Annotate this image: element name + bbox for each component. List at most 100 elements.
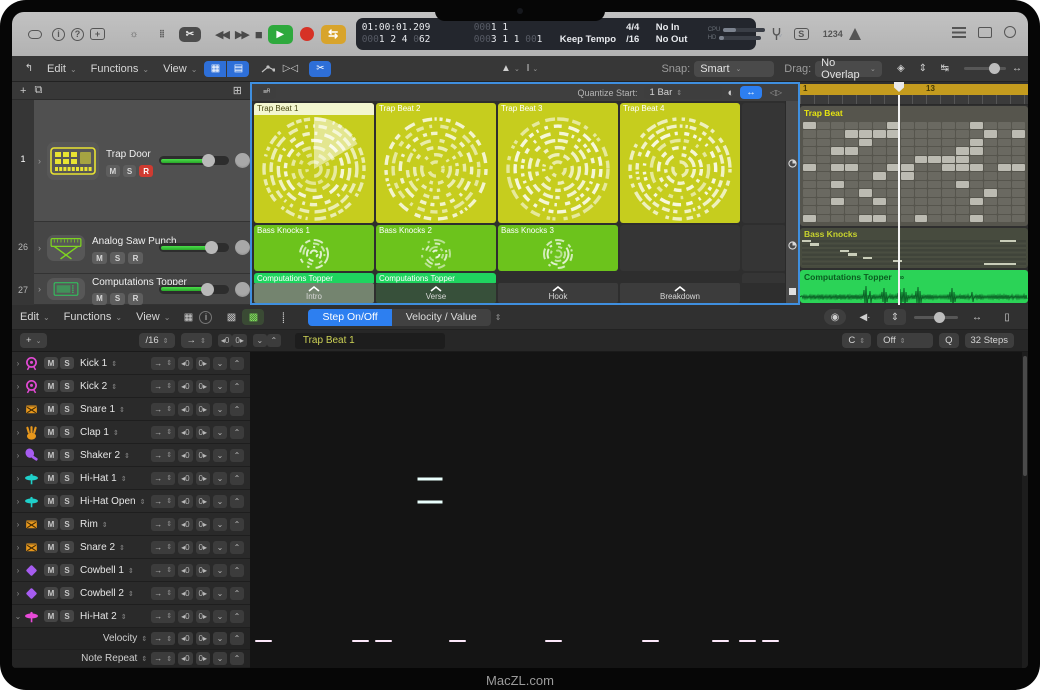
automation-icon[interactable] <box>257 61 279 77</box>
increment-button[interactable]: ⌃ <box>230 495 244 508</box>
row-mute-button[interactable]: M <box>44 564 58 576</box>
pattern-length-select[interactable]: 32 Steps <box>965 333 1015 348</box>
row-solo-button[interactable]: S <box>60 426 74 438</box>
increment-button[interactable]: ⌃ <box>230 564 244 577</box>
disclosure-icon[interactable]: › <box>38 243 41 253</box>
seq-menu-edit[interactable]: Edit <box>20 311 50 323</box>
mute-button[interactable]: M <box>92 252 107 264</box>
increment-button[interactable]: ⌃ <box>230 380 244 393</box>
mute-button[interactable]: M <box>106 165 120 177</box>
loop-cell-trap-beat-2[interactable]: Trap Beat 2 <box>376 103 496 223</box>
rotate-right-button[interactable]: 0▸ <box>196 610 210 623</box>
region-computations-topper[interactable]: Computations Topper ∞ <box>800 270 1028 303</box>
loop-cell-bass-knocks-3[interactable]: Bass Knocks 3 <box>498 225 618 271</box>
drumstick-icon[interactable]: ⸽ <box>272 309 294 325</box>
expand-icon[interactable]: › <box>12 359 24 368</box>
smart-controls-icon[interactable]: ☼ <box>123 27 145 42</box>
loop-cell-trap-beat-3[interactable]: Trap Beat 3 <box>498 103 618 223</box>
expand-icon[interactable]: › <box>12 543 24 552</box>
expand-icon[interactable]: › <box>12 497 24 506</box>
rotate-left-button[interactable]: ◂0 <box>178 357 192 370</box>
record-toggle-icon[interactable]: ◉ <box>824 309 846 325</box>
row-solo-button[interactable]: S <box>60 357 74 369</box>
rotate-right-button[interactable]: 0▸ <box>196 518 210 531</box>
quick-help-icon[interactable]: ? <box>71 28 84 41</box>
expand-icon[interactable]: › <box>12 451 24 460</box>
rotate-right-button[interactable]: 0▸ <box>196 652 210 665</box>
direction-button[interactable]: → <box>151 472 175 485</box>
increment-button[interactable]: ⌃ <box>267 334 281 347</box>
seq-menu-functions[interactable]: Functions <box>64 311 122 323</box>
empty-loop-slot[interactable] <box>742 225 786 271</box>
decrement-button[interactable]: ⌄ <box>213 403 227 416</box>
rotate-left-button[interactable]: ◂0 <box>218 334 232 347</box>
increment-button[interactable]: ⌃ <box>230 403 244 416</box>
rotate-left-button[interactable]: ◂0 <box>178 518 192 531</box>
list-editors-icon[interactable] <box>952 27 966 38</box>
rotate-left-button[interactable]: ◂0 <box>178 472 192 485</box>
track-header-trap-door[interactable]: › Trap Door M S R <box>34 100 250 222</box>
vertical-scrollbar[interactable] <box>1022 352 1028 668</box>
direction-button[interactable]: → <box>151 495 175 508</box>
rotate-right-button[interactable]: 0▸ <box>196 357 210 370</box>
row-mute-button[interactable]: M <box>44 426 58 438</box>
row-mute-button[interactable]: M <box>44 587 58 599</box>
kit-green-icon[interactable]: ▩ <box>242 309 264 325</box>
direction-button[interactable]: → <box>151 541 175 554</box>
row-solo-button[interactable]: S <box>60 587 74 599</box>
expand-icon[interactable]: › <box>12 474 24 483</box>
sequencer-row-cowbell-1[interactable]: ›MSCowbell 1→◂00▸⌄⌃ <box>12 559 250 582</box>
row-mute-button[interactable]: M <box>44 449 58 461</box>
note-repeat-subrow[interactable]: Note Repeat→◂00▸⌄⌃ <box>12 650 250 668</box>
grid-view-icon[interactable]: ▦ <box>204 61 226 77</box>
direction-button[interactable]: → <box>151 403 175 416</box>
seq-zoom-slider[interactable] <box>914 316 958 319</box>
rotate-right-button[interactable]: 0▸ <box>196 472 210 485</box>
fit-zoom-icon[interactable]: ↹ <box>934 61 956 77</box>
pattern-browser-icon[interactable]: ▦ <box>177 309 199 325</box>
rotate-right-button[interactable]: 0▸ <box>196 564 210 577</box>
increment-button[interactable]: ⌃ <box>230 632 244 645</box>
scene-trigger-intro[interactable]: Intro <box>254 283 374 303</box>
count-in-icon[interactable]: 1234 <box>823 29 843 39</box>
monitor-icon[interactable]: ◀· <box>854 309 876 325</box>
loop-cell-trap-beat-1[interactable]: Trap Beat 1 <box>254 103 374 223</box>
scene-trigger-hook[interactable]: Hook <box>498 283 618 303</box>
row-mute-button[interactable]: M <box>44 495 58 507</box>
scene-trigger-verse[interactable]: Verse <box>376 283 496 303</box>
row-solo-button[interactable]: S <box>60 380 74 392</box>
key-select[interactable]: C <box>842 333 871 348</box>
pointer-tool[interactable]: ▲⌄ <box>499 61 521 77</box>
seq-panel-icon[interactable]: ▯ <box>996 309 1018 325</box>
row-play-icon[interactable] <box>788 241 797 250</box>
library-icon[interactable] <box>24 27 46 42</box>
direction-button[interactable]: → <box>151 518 175 531</box>
rotate-left-button[interactable]: ◂0 <box>178 610 192 623</box>
pan-knob[interactable] <box>235 282 250 297</box>
direction-button[interactable]: → <box>151 587 175 600</box>
expand-icon[interactable]: › <box>12 382 24 391</box>
velocity-subrow[interactable]: Velocity→◂00▸⌄⌃ <box>12 628 250 650</box>
zoom-slider[interactable] <box>964 67 1006 70</box>
record-enable-button[interactable]: R <box>128 293 143 305</box>
record-enable-button[interactable]: R <box>139 165 153 177</box>
direction-button[interactable]: → <box>151 610 175 623</box>
metronome-icon[interactable] <box>849 28 861 40</box>
pan-knob[interactable] <box>235 153 250 168</box>
menu-view[interactable]: View <box>163 63 197 75</box>
region-trap-beat[interactable]: Trap Beat <box>800 106 1028 226</box>
decrement-button[interactable]: ⌄ <box>253 334 267 347</box>
snap-select[interactable]: Smart <box>694 61 774 77</box>
row-mute-button[interactable]: M <box>44 610 58 622</box>
decrement-button[interactable]: ⌄ <box>213 495 227 508</box>
direction-button[interactable]: → <box>151 449 175 462</box>
mute-button[interactable]: M <box>92 293 107 305</box>
waveform-zoom-icon[interactable]: ◈ <box>890 61 912 77</box>
increment-button[interactable]: ⌃ <box>230 652 244 665</box>
rotate-left-button[interactable]: ◂0 <box>178 587 192 600</box>
empty-loop-slot[interactable] <box>620 225 740 271</box>
step-rate-select[interactable]: /16 <box>139 333 174 348</box>
row-mute-button[interactable]: M <box>44 357 58 369</box>
decrement-button[interactable]: ⌄ <box>213 380 227 393</box>
solo-icon[interactable]: S <box>794 28 809 40</box>
